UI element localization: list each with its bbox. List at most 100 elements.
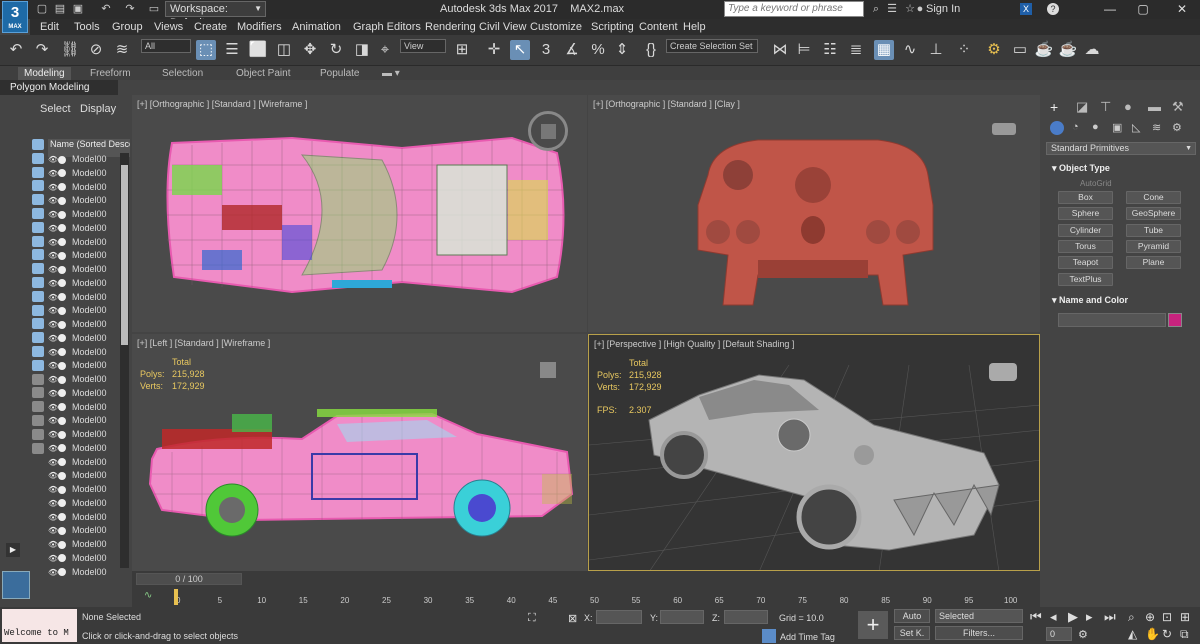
zoom-all-icon[interactable]: ⊕: [1145, 610, 1155, 624]
freeze-icon[interactable]: [58, 210, 66, 219]
freeze-icon[interactable]: [58, 458, 66, 467]
eye-icon[interactable]: 👁: [48, 387, 58, 400]
viewport-bottom-right[interactable]: [+] [Perspective ] [High Quality ] [Defa…: [588, 334, 1040, 571]
ribbon-tab-object-paint[interactable]: Object Paint: [236, 67, 290, 80]
eye-icon[interactable]: 👁: [48, 456, 58, 469]
scene-filter-icon[interactable]: [32, 401, 44, 413]
scene-filter-icon[interactable]: [32, 304, 44, 316]
zoom-icon[interactable]: ⌕: [1128, 610, 1135, 625]
scene-filter-icon[interactable]: [32, 276, 44, 288]
create-teapot-button[interactable]: Teapot: [1058, 256, 1113, 270]
workspace-dropdown[interactable]: Workspace: Default▼: [165, 1, 266, 29]
move-icon[interactable]: ✥: [300, 40, 320, 60]
undo-icon[interactable]: ↶: [6, 40, 26, 60]
reference-coordinate-dropdown[interactable]: View: [400, 39, 446, 53]
eye-icon[interactable]: 👁: [48, 483, 58, 496]
previous-frame-icon[interactable]: ◂: [1050, 609, 1057, 625]
toggle-ribbon-icon[interactable]: ▦: [874, 40, 894, 60]
track-bar[interactable]: 0 5 10 15 20 25 30 35 40 45 50 55 60 65 70 75 80 85 90 95 10…: [132, 587, 1040, 607]
exchange-icon[interactable]: X: [1020, 3, 1032, 15]
viewport-top-right[interactable]: [+] [Orthographic ] [Standard ] [Clay ]: [588, 95, 1040, 332]
eye-icon[interactable]: 👁: [48, 469, 58, 482]
current-frame-marker[interactable]: [174, 589, 178, 605]
eye-icon[interactable]: 👁: [48, 401, 58, 414]
menu-item-rendering[interactable]: Rendering: [425, 21, 476, 33]
eye-icon[interactable]: 👁: [48, 222, 58, 235]
scene-filter-icon[interactable]: [32, 166, 44, 178]
percent-snap-icon[interactable]: %: [588, 40, 608, 60]
render-iterative-icon[interactable]: ☕: [1058, 40, 1078, 60]
mirror-icon[interactable]: ⋈: [770, 40, 790, 60]
time-slider[interactable]: 0 / 100: [136, 573, 242, 585]
ribbon-tab-freeform[interactable]: Freeform: [90, 67, 131, 80]
ribbon-panel-polygon-modeling[interactable]: Polygon Modeling: [0, 80, 118, 95]
scene-filter-icon[interactable]: [32, 414, 44, 426]
edit-named-selection-icon[interactable]: {}: [641, 40, 661, 60]
scene-filter-icon[interactable]: [32, 221, 44, 233]
freeze-icon[interactable]: [58, 265, 66, 274]
zoom-extents-all-icon[interactable]: ⊞: [1180, 610, 1190, 624]
bind-space-warp-icon[interactable]: ≋: [112, 40, 132, 60]
window-crossing-icon[interactable]: ◫: [274, 40, 294, 60]
menu-item-graph-editors[interactable]: Graph Editors: [353, 21, 421, 33]
create-tube-button[interactable]: Tube: [1126, 223, 1181, 237]
new-file-icon[interactable]: ▢: [36, 3, 48, 15]
isolate-selection-icon[interactable]: ⛶: [528, 612, 536, 625]
angle-snap-icon[interactable]: ∡: [562, 40, 582, 60]
tab-display[interactable]: Display: [80, 103, 116, 115]
scene-filter-icon[interactable]: [32, 235, 44, 247]
freeze-icon[interactable]: [58, 279, 66, 288]
material-editor-icon[interactable]: ⁘: [954, 40, 974, 60]
freeze-icon[interactable]: [58, 293, 66, 302]
scene-filter-icon[interactable]: [32, 207, 44, 219]
freeze-icon[interactable]: [58, 320, 66, 329]
eye-icon[interactable]: 👁: [48, 181, 58, 194]
create-geosphere-button[interactable]: GeoSphere: [1126, 207, 1181, 221]
render-cloud-icon[interactable]: ☁: [1082, 40, 1102, 60]
open-file-icon[interactable]: ▤: [54, 3, 66, 15]
next-frame-icon[interactable]: ▸: [1086, 609, 1093, 625]
rendered-frame-window-icon[interactable]: ▭: [1010, 40, 1030, 60]
field-of-view-icon[interactable]: ◭: [1128, 627, 1137, 641]
orbit-icon[interactable]: ↻: [1162, 627, 1172, 641]
render-production-icon[interactable]: ☕: [1034, 40, 1054, 60]
space-warps-icon[interactable]: ≋: [1152, 121, 1161, 134]
auto-key-button[interactable]: Auto: [894, 609, 930, 623]
freeze-icon[interactable]: [58, 416, 66, 425]
eye-icon[interactable]: 👁: [48, 277, 58, 290]
close-button[interactable]: ✕: [1172, 2, 1192, 16]
mini-curve-editor-icon[interactable]: ∿: [144, 590, 152, 601]
freeze-icon[interactable]: [58, 375, 66, 384]
render-setup-icon[interactable]: ⚙: [984, 40, 1004, 60]
named-selection-set-dropdown[interactable]: Create Selection Set: [666, 39, 758, 53]
save-file-icon[interactable]: ▣: [72, 3, 84, 15]
undo-icon[interactable]: ↶: [100, 3, 112, 15]
scene-filter-icon[interactable]: [32, 442, 44, 454]
autogrid-checkbox[interactable]: AutoGrid: [1080, 179, 1112, 188]
freeze-icon[interactable]: [58, 471, 66, 480]
subscription-icon[interactable]: ☰: [886, 3, 898, 15]
y-coordinate-field[interactable]: [660, 610, 704, 624]
maximize-button[interactable]: ▢: [1133, 2, 1153, 16]
spinner-snap-icon[interactable]: ⇕: [612, 40, 632, 60]
go-to-end-icon[interactable]: ⏭: [1104, 609, 1116, 625]
freeze-icon[interactable]: [58, 526, 66, 535]
cameras-icon[interactable]: ▣: [1112, 121, 1122, 134]
eye-icon[interactable]: 👁: [48, 153, 58, 166]
eye-icon[interactable]: 👁: [48, 332, 58, 345]
freeze-icon[interactable]: [58, 361, 66, 370]
minimize-button[interactable]: —: [1100, 2, 1120, 16]
shapes-icon[interactable]: ◔: [1072, 121, 1079, 133]
ribbon-tab-populate[interactable]: Populate: [320, 67, 359, 80]
menu-item-help[interactable]: Help: [683, 21, 706, 33]
scene-filter-icon[interactable]: [32, 332, 44, 344]
selection-filter-dropdown[interactable]: All: [141, 39, 191, 53]
freeze-icon[interactable]: [58, 568, 66, 577]
freeze-icon[interactable]: [58, 334, 66, 343]
menu-item-create[interactable]: Create: [194, 21, 227, 33]
scale-icon[interactable]: ◨: [352, 40, 372, 60]
freeze-icon[interactable]: [58, 224, 66, 233]
eye-icon[interactable]: 👁: [48, 524, 58, 537]
object-name-field[interactable]: [1058, 313, 1166, 327]
freeze-icon[interactable]: [58, 348, 66, 357]
